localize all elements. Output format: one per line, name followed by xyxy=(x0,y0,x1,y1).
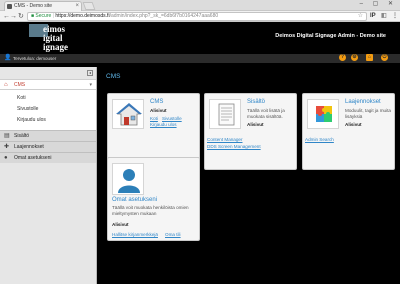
document-icon[interactable] xyxy=(209,99,241,129)
sidebar-item-sisalto[interactable]: ▤ Sisältö xyxy=(0,130,96,141)
sidebar-item-label: Laajennokset xyxy=(14,144,44,150)
card-description: Täällä voit muokata henkilöista omien mi… xyxy=(112,205,189,216)
card-title[interactable]: CMS xyxy=(150,99,163,105)
url-path: /admin/index.php?_sk_=6db6f7b0164247aaa6… xyxy=(109,13,219,19)
username-label: Tervetuloa: demouser xyxy=(13,56,57,61)
sidebar-item-sivustolle[interactable]: Sivustolle xyxy=(0,104,96,115)
house-icon[interactable] xyxy=(112,99,144,129)
card-laajennokset: Laajennokset Moduulit, tagit ja muita li… xyxy=(302,93,395,170)
ip-extension-icon[interactable]: IP xyxy=(370,12,376,21)
puzzle-icon: ✚ xyxy=(4,144,10,150)
favicon-icon xyxy=(7,4,12,9)
help-icon[interactable]: ? xyxy=(339,54,346,61)
card-subpages-label: Alisivut xyxy=(150,108,167,113)
browser-tab[interactable]: CMS - Demo site × xyxy=(4,1,82,11)
card-link-hallitse-kirjanmerkkeja[interactable]: Hallitse kirjanmerkkejä xyxy=(112,232,158,237)
tab-close-icon[interactable]: × xyxy=(75,2,79,11)
cms-home-icon: ⌂ xyxy=(4,82,8,88)
card-link-content-manager[interactable]: Content Manager xyxy=(207,137,243,142)
card-title[interactable]: Omat asetukseni xyxy=(112,197,157,203)
logo-line-3: ignage xyxy=(43,42,69,52)
browser-window: CMS - Demo site × – ▢ ✕ ← → ↻ ■ Secure |… xyxy=(0,0,400,284)
card-link-admin-search[interactable]: Admin Search xyxy=(305,137,334,142)
menu-icon[interactable]: ⋮ xyxy=(392,12,398,21)
user-icon: 👤 xyxy=(4,55,12,61)
page-title: CMS xyxy=(106,73,121,80)
tab-title: CMS - Demo site xyxy=(14,3,53,9)
puzzle-icon[interactable] xyxy=(307,99,339,129)
card-subpages-label: Alisivut xyxy=(112,222,129,227)
card-link-dds-screen-management[interactable]: DDS Screen Management xyxy=(207,144,261,149)
forward-icon[interactable]: → xyxy=(10,12,17,21)
app-header: eimos igital ignage Deimos Digital Signa… xyxy=(0,23,400,54)
app-title: Deimos Digital Signage Admin - Demo site xyxy=(275,33,386,39)
logout-icon[interactable]: ⏻ xyxy=(381,54,388,61)
sidebar-item-laajennokset[interactable]: ✚ Laajennokset xyxy=(0,141,96,152)
card-title[interactable]: Sisältö xyxy=(247,99,265,105)
browser-toolbar: ← → ↻ ■ Secure | https://demo.deimosds.f… xyxy=(0,11,400,22)
main-content: CMS CMS Alisivut Koti Sivustolle Kirjaud… xyxy=(98,67,400,284)
card-description: Moduulit, tagit ja muita lisäyksiä xyxy=(345,108,391,119)
new-tab-button[interactable] xyxy=(82,2,96,10)
browser-titlebar: CMS - Demo site × – ▢ ✕ xyxy=(0,0,400,11)
collapse-sidebar-icon[interactable]: ◂ xyxy=(87,70,93,76)
lock-icon: ■ xyxy=(31,13,35,19)
sidebar-item-label: Omat asetukseni xyxy=(14,155,52,161)
sidebar-section-label: CMS xyxy=(14,82,26,88)
sidebar-item-label: Sisältö xyxy=(14,133,30,139)
sidebar-section-cms[interactable]: ⌂ CMS ▾ xyxy=(0,79,96,90)
address-bar[interactable]: ■ Secure | https://demo.deimosds.fi/admi… xyxy=(27,12,367,21)
sidebar-item-kirjaudu-ulos[interactable]: Kirjaudu ulos xyxy=(0,115,96,126)
extension-icon[interactable]: ◧ xyxy=(381,12,387,21)
sidebar-item-omat-asetukseni[interactable]: ● Omat asetukseni xyxy=(0,152,96,163)
secure-label: Secure xyxy=(35,13,52,19)
card-title[interactable]: Laajennokset xyxy=(345,99,381,105)
sidebar-sublist: Koti Sivustolle Kirjaudu ulos xyxy=(0,90,96,130)
back-icon[interactable]: ← xyxy=(3,12,10,21)
card-sisalto: Sisältö Täällä voit lisätä ja muokata si… xyxy=(204,93,297,170)
site-icon[interactable]: ⌂ xyxy=(366,54,373,61)
sidebar: ◂ ⌂ CMS ▾ Koti Sivustolle Kirjaudu ulos … xyxy=(0,67,97,284)
chevron-down-icon: ▾ xyxy=(89,82,92,88)
card-subpages-label: Alisivut xyxy=(247,122,264,127)
url-host: https://demo.deimosds.fi xyxy=(55,13,110,19)
card-link-oma-tili[interactable]: Oma tili xyxy=(165,232,181,237)
card-link-sivustolle[interactable]: Sivustolle xyxy=(162,116,182,121)
card-link-kirjaudu-ulos[interactable]: Kirjaudu ulos xyxy=(150,122,177,127)
card-link-koti[interactable]: Koti xyxy=(150,116,158,121)
sidebar-top: ◂ xyxy=(0,67,96,79)
document-icon: ▤ xyxy=(4,133,10,139)
bookmark-star-icon[interactable]: ☆ xyxy=(358,13,363,20)
settings-icon[interactable]: ⚙ xyxy=(351,54,358,61)
card-omat-asetukseni: Omat asetukseni Täällä voit muokata henk… xyxy=(107,157,200,241)
card-subpages-label: Alisivut xyxy=(345,122,362,127)
reload-icon[interactable]: ↻ xyxy=(18,12,24,21)
sidebar-item-koti[interactable]: Koti xyxy=(0,93,96,104)
user-icon: ● xyxy=(4,155,8,161)
logo: eimos igital ignage xyxy=(29,24,99,54)
user-profile-icon[interactable] xyxy=(112,163,144,195)
user-bar: 👤 Tervetuloa: demouser ? ⚙ ⌂ ⏻ xyxy=(0,54,400,63)
card-description: Täällä voit lisätä ja muokata sisältöä. xyxy=(247,108,285,119)
window-controls[interactable]: – ▢ ✕ xyxy=(360,0,397,7)
